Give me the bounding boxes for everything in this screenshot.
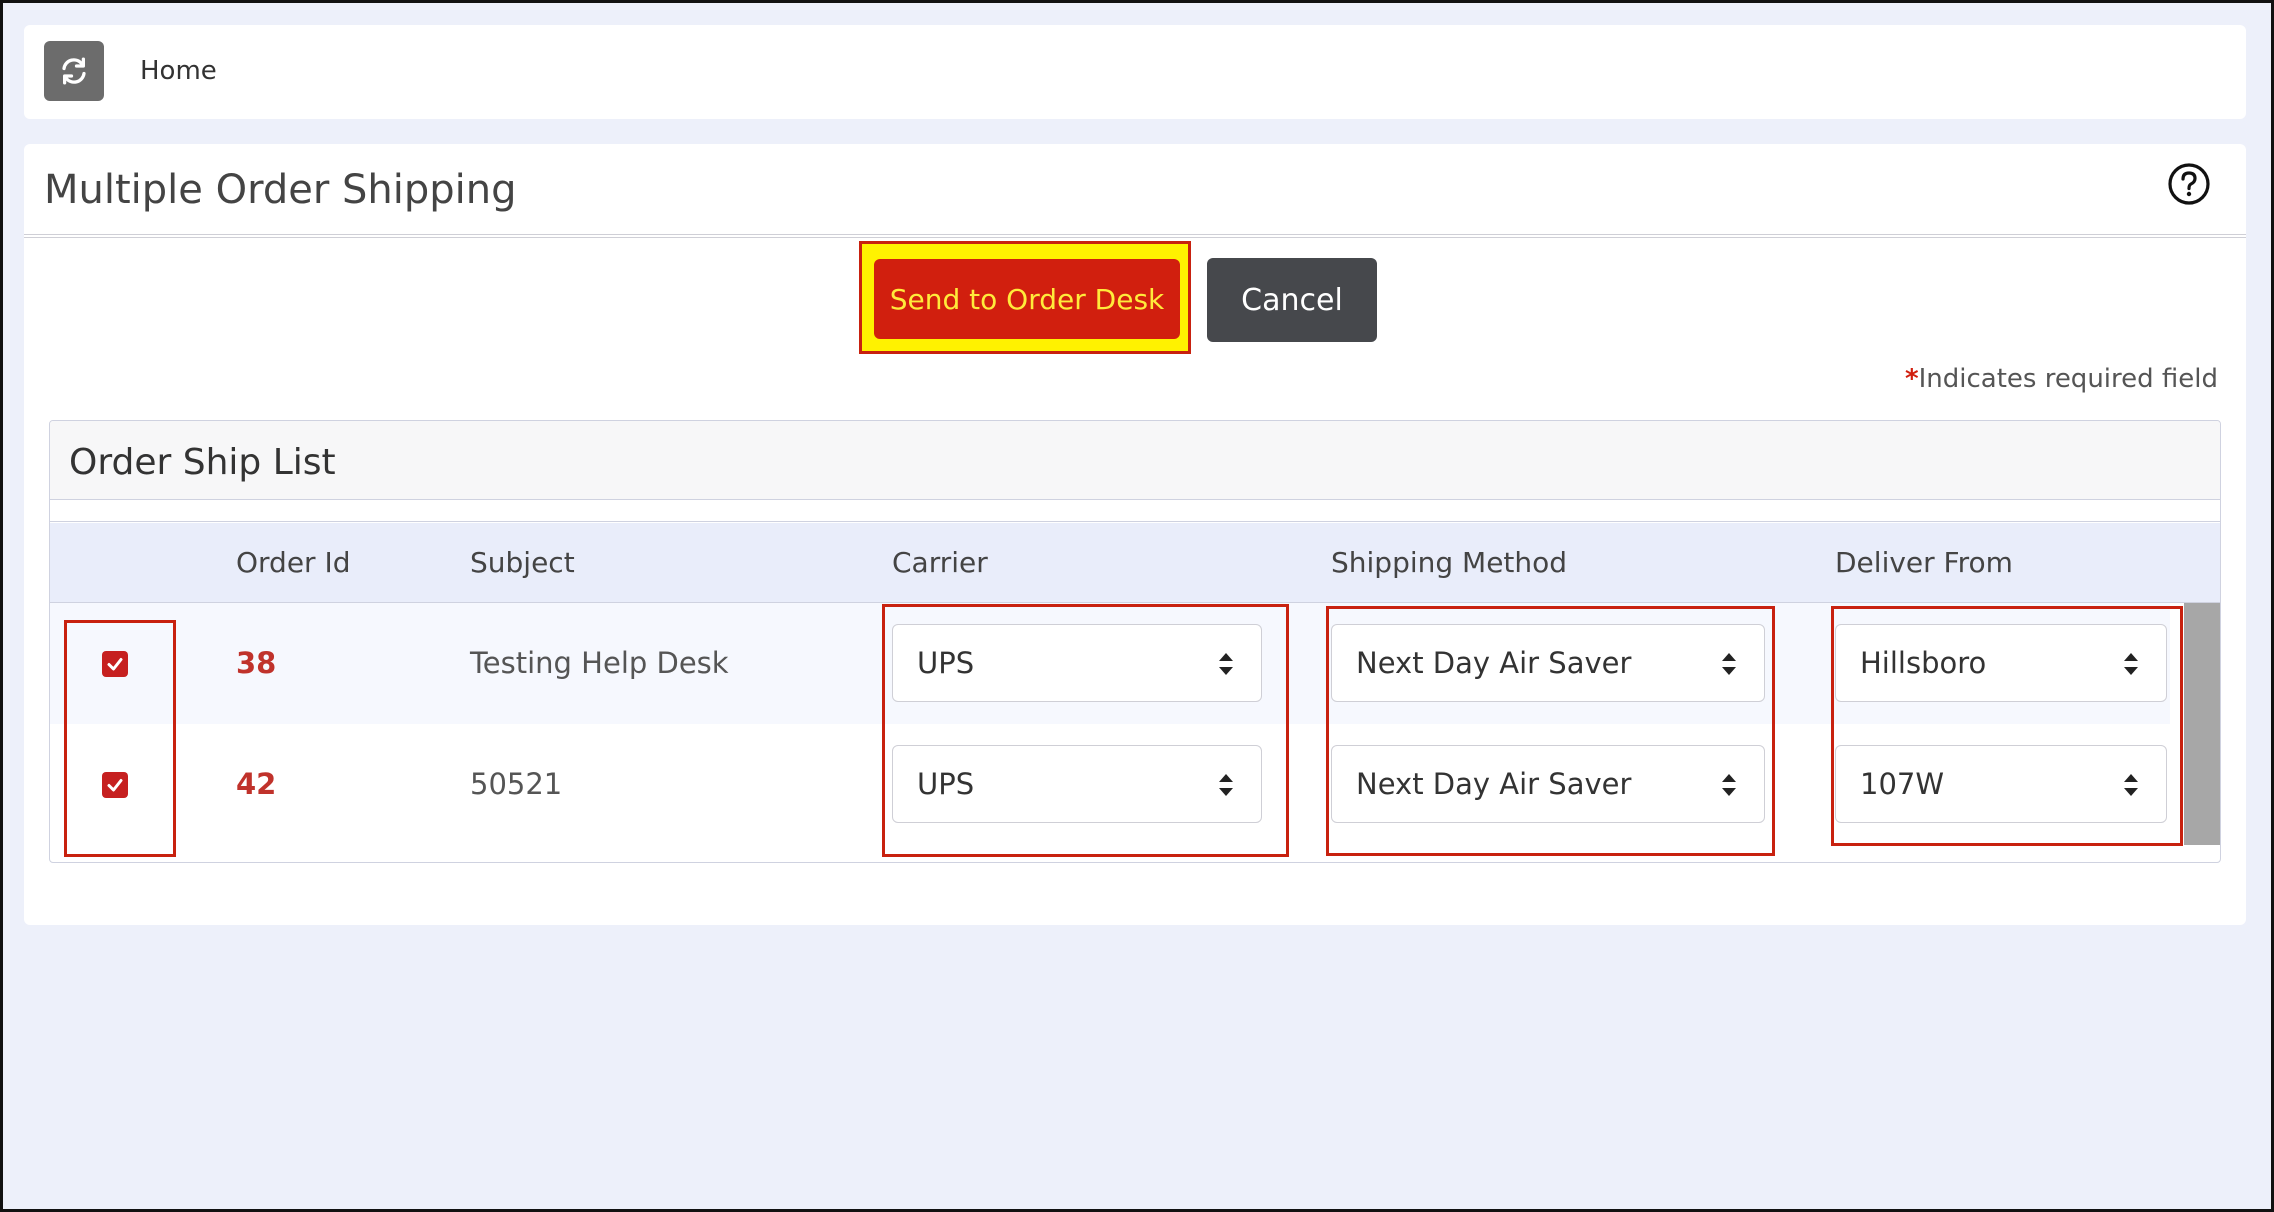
order-subject: Testing Help Desk <box>470 646 729 680</box>
table-header: Order Id Subject Carrier Shipping Method… <box>50 523 2220 603</box>
list-title: Order Ship List <box>69 442 336 483</box>
carrier-select-value: UPS <box>917 767 975 801</box>
deliver-from-select-value: Hillsboro <box>1860 646 1987 680</box>
deliver-from-select-value: 107W <box>1860 767 1945 801</box>
breadcrumb-home-link[interactable]: Home <box>140 55 217 87</box>
select-arrows-icon <box>1219 774 1233 796</box>
order-id-link[interactable]: 38 <box>236 645 276 681</box>
shipping-method-select-value: Next Day Air Saver <box>1356 646 1632 680</box>
required-note-text: Indicates required field <box>1918 364 2218 394</box>
shipping-method-select-value: Next Day Air Saver <box>1356 767 1632 801</box>
row-checkbox[interactable] <box>102 772 128 798</box>
column-header-subject: Subject <box>470 546 575 579</box>
column-header-shipping-method: Shipping Method <box>1331 546 1568 579</box>
top-bar: Home <box>24 25 2246 119</box>
refresh-icon <box>62 57 86 85</box>
help-circle-icon[interactable] <box>2167 162 2211 206</box>
table-row: 38 Testing Help Desk UPS Next Day Air Sa… <box>50 603 2170 724</box>
send-to-order-desk-button[interactable]: Send to Order Desk <box>874 259 1180 339</box>
table-scrollbar-thumb[interactable] <box>2184 603 2220 845</box>
column-header-deliver-from: Deliver From <box>1835 546 2013 579</box>
carrier-select-value: UPS <box>917 646 975 680</box>
checkmark-icon <box>107 779 123 792</box>
cancel-button[interactable]: Cancel <box>1207 258 1377 342</box>
order-ship-list: Order Ship List Order Id Subject Carrier… <box>49 420 2221 863</box>
list-header: Order Ship List <box>50 421 2220 500</box>
carrier-select[interactable]: UPS <box>892 624 1262 702</box>
carrier-select[interactable]: UPS <box>892 745 1262 823</box>
refresh-button[interactable] <box>44 41 104 101</box>
order-id-link[interactable]: 42 <box>236 766 276 802</box>
send-button-highlight: Send to Order Desk <box>859 241 1191 354</box>
shipping-method-select[interactable]: Next Day Air Saver <box>1331 624 1765 702</box>
required-star: * <box>1904 364 1919 394</box>
column-header-carrier: Carrier <box>892 546 988 579</box>
list-divider <box>50 521 2220 522</box>
title-divider <box>24 234 2246 238</box>
page-title: Multiple Order Shipping <box>44 167 517 213</box>
row-checkbox[interactable] <box>102 651 128 677</box>
order-subject: 50521 <box>470 767 563 801</box>
main-card: Multiple Order Shipping Send to Order De… <box>24 144 2246 925</box>
table-row: 42 50521 UPS Next Day Air Saver 107W <box>50 724 2170 845</box>
select-arrows-icon <box>2124 653 2138 675</box>
required-field-note: *Indicates required field <box>1905 363 2218 395</box>
deliver-from-select[interactable]: Hillsboro <box>1835 624 2167 702</box>
deliver-from-select[interactable]: 107W <box>1835 745 2167 823</box>
column-header-order-id: Order Id <box>236 546 351 579</box>
select-arrows-icon <box>1722 653 1736 675</box>
select-arrows-icon <box>1722 774 1736 796</box>
select-arrows-icon <box>2124 774 2138 796</box>
select-arrows-icon <box>1219 653 1233 675</box>
shipping-method-select[interactable]: Next Day Air Saver <box>1331 745 1765 823</box>
checkmark-icon <box>107 658 123 671</box>
